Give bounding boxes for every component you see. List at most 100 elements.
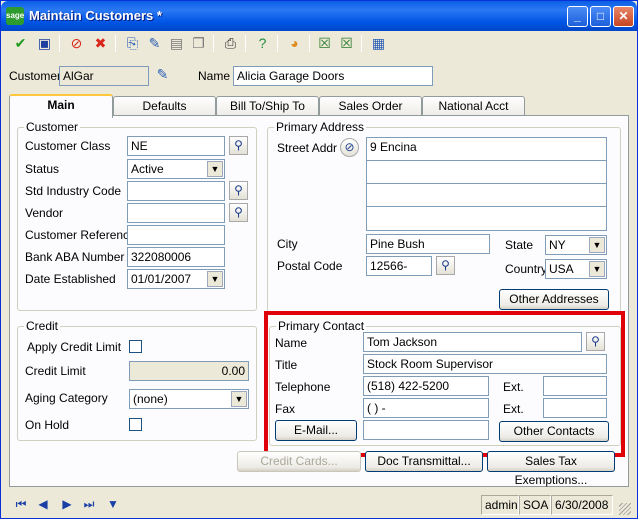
last-record-icon[interactable]: ⏭ xyxy=(79,495,99,514)
vendor-lookup-icon[interactable]: ⚲ xyxy=(229,203,248,222)
vendor-label: Vendor xyxy=(25,206,64,220)
customer-number-field[interactable]: AlGar xyxy=(59,66,149,86)
compass-icon[interactable]: ⊘ xyxy=(340,138,359,157)
std-industry-lookup-icon[interactable]: ⚲ xyxy=(229,181,248,200)
tab-sales-order[interactable]: Sales Order xyxy=(319,96,422,117)
close-button[interactable]: ✕ xyxy=(613,6,634,27)
export-icon[interactable]: ☒ xyxy=(337,34,356,53)
settings-icon[interactable]: ▦ xyxy=(369,34,388,53)
chevron-down-icon[interactable]: ▼ xyxy=(589,237,605,253)
customer-group-title: Customer xyxy=(24,120,81,134)
save-icon[interactable]: ▣ xyxy=(35,34,54,53)
accept-icon[interactable]: ✔ xyxy=(11,34,30,53)
credit-limit-label: Credit Limit xyxy=(25,364,86,378)
date-established-field[interactable]: 01/01/2007 ▼ xyxy=(127,269,225,289)
apply-credit-limit-label: Apply Credit Limit xyxy=(27,340,122,354)
on-hold-checkbox[interactable] xyxy=(129,418,142,431)
previous-record-icon[interactable]: ◀ xyxy=(33,495,53,514)
state-label: State xyxy=(505,238,534,252)
street-line-1[interactable]: 9 Encina xyxy=(367,138,606,161)
doc-transmittal-button[interactable]: Doc Transmittal... xyxy=(365,451,483,472)
calendar-dropdown-icon[interactable]: ▼ xyxy=(207,271,223,287)
state-value: NY xyxy=(549,238,566,252)
on-hold-label: On Hold xyxy=(25,418,70,432)
status-label: Status xyxy=(25,162,60,176)
country-value: USA xyxy=(549,262,574,276)
status-value: Active xyxy=(131,162,164,176)
city-field[interactable]: Pine Bush xyxy=(366,234,490,254)
postal-code-label: Postal Code xyxy=(277,259,343,273)
country-label: Country xyxy=(505,262,548,276)
help-icon[interactable]: ? xyxy=(253,34,272,53)
chevron-down-icon[interactable]: ▼ xyxy=(207,161,223,177)
std-industry-code-field[interactable] xyxy=(127,181,225,201)
apply-credit-limit-checkbox[interactable] xyxy=(129,340,142,353)
resize-grip-icon[interactable] xyxy=(619,503,631,515)
other-addresses-button[interactable]: Other Addresses xyxy=(499,289,609,310)
customer-lookup-icon[interactable]: ✎ xyxy=(153,65,172,84)
date-established-value: 01/01/2007 xyxy=(131,272,192,286)
customer-name-field[interactable]: Alicia Garage Doors xyxy=(233,66,433,86)
first-record-icon[interactable]: ⏮ xyxy=(11,495,31,514)
sage-logo: sage xyxy=(6,7,24,25)
color-icon[interactable]: ◕ xyxy=(285,34,304,53)
aging-category-value: (none) xyxy=(133,392,168,406)
status-company: SOA xyxy=(519,495,551,515)
state-select[interactable]: NY ▼ xyxy=(545,235,607,255)
tab-national-acct[interactable]: National Acct xyxy=(422,96,525,117)
vendor-field[interactable] xyxy=(127,203,225,223)
bank-aba-field[interactable]: 322080006 xyxy=(127,247,225,267)
city-label: City xyxy=(277,237,298,251)
print-icon[interactable]: ⎙ xyxy=(221,34,240,53)
street-line-2[interactable] xyxy=(367,161,606,184)
tab-main[interactable]: Main xyxy=(9,94,113,118)
credit-group-title: Credit xyxy=(24,319,61,333)
name-label: Name xyxy=(198,69,231,83)
customer-reference-field[interactable] xyxy=(127,225,225,245)
street-addr-label: Street Addr xyxy=(277,141,338,155)
country-select[interactable]: USA ▼ xyxy=(545,259,607,279)
highlight-box xyxy=(264,311,625,457)
status-date: 6/30/2008 xyxy=(551,495,613,515)
sales-tax-exemptions-button[interactable]: Sales Tax Exemptions... xyxy=(487,451,615,487)
cancel-icon[interactable]: ⊘ xyxy=(67,34,86,53)
minimize-button[interactable]: _ xyxy=(567,6,588,27)
primary-address-title: Primary Address xyxy=(274,120,367,134)
copy-icon[interactable]: ⎘ xyxy=(123,34,142,53)
memo-icon[interactable]: ❐ xyxy=(189,34,208,53)
status-user: admin xyxy=(481,495,519,515)
chevron-down-icon[interactable]: ▼ xyxy=(589,261,605,277)
chevron-down-icon[interactable]: ▼ xyxy=(231,391,247,407)
notes-icon[interactable]: ▤ xyxy=(167,34,186,53)
customer-class-label: Customer Class xyxy=(25,139,111,153)
status-select[interactable]: Active ▼ xyxy=(127,159,225,179)
title-bar[interactable]: sage Maintain Customers * _ □ ✕ xyxy=(1,1,637,31)
tab-bill-to-ship-to[interactable]: Bill To/Ship To xyxy=(216,96,319,117)
maximize-button[interactable]: □ xyxy=(590,6,611,27)
customize-icon[interactable]: ☒ xyxy=(315,34,334,53)
toolbar: ✔ ▣ ⊘ ✖ ⎘ ✎ ▤ ❐ ⎙ ? ◕ ☒ ☒ ▦ xyxy=(5,31,635,55)
date-established-label: Date Established xyxy=(25,272,116,286)
tab-defaults[interactable]: Defaults xyxy=(113,96,216,117)
customer-class-field[interactable]: NE xyxy=(127,136,225,156)
rename-icon[interactable]: ✎ xyxy=(145,34,164,53)
window-title: Maintain Customers * xyxy=(29,8,162,23)
street-line-3[interactable] xyxy=(367,184,606,207)
customer-class-lookup-icon[interactable]: ⚲ xyxy=(229,136,248,155)
postal-code-lookup-icon[interactable]: ⚲ xyxy=(436,256,455,275)
customer-label: Customer xyxy=(9,69,62,83)
aging-category-label: Aging Category xyxy=(25,391,108,405)
customer-reference-label: Customer Reference xyxy=(25,228,136,242)
aging-category-select[interactable]: (none) ▼ xyxy=(129,389,249,409)
status-bar: ⏮ ◀ ▶ ⏭ ▼ admin SOA 6/30/2008 xyxy=(5,493,633,517)
maintain-customers-window: sage Maintain Customers * _ □ ✕ ✔ ▣ ⊘ ✖ … xyxy=(0,0,638,519)
next-record-icon[interactable]: ▶ xyxy=(57,495,77,514)
postal-code-field[interactable]: 12566- xyxy=(366,256,432,276)
credit-limit-field[interactable]: 0.00 xyxy=(129,361,249,381)
street-line-4[interactable] xyxy=(367,207,606,230)
delete-icon[interactable]: ✖ xyxy=(91,34,110,53)
street-address-lines: 9 Encina xyxy=(366,137,607,231)
filter-icon[interactable]: ▼ xyxy=(103,495,123,514)
std-industry-code-label: Std Industry Code xyxy=(25,184,122,198)
credit-cards-button[interactable]: Credit Cards... xyxy=(237,451,361,472)
